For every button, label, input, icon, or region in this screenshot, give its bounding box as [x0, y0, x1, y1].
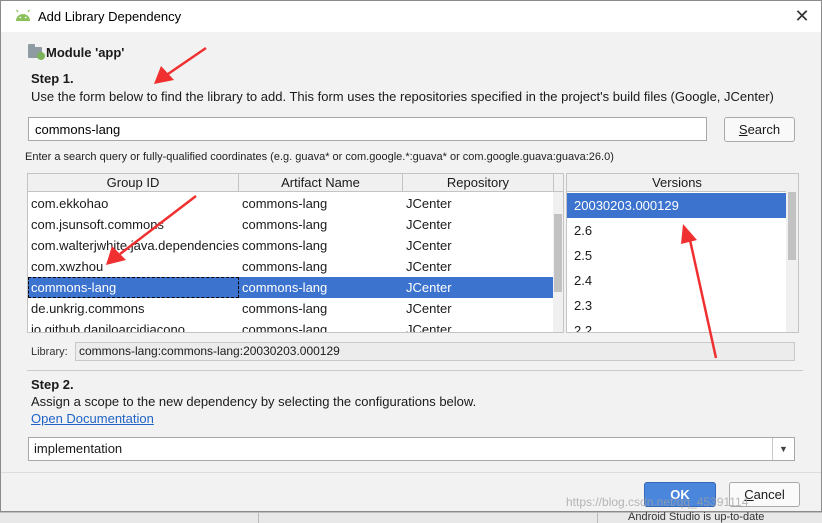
group-id-cell: com.jsunsoft.commons: [31, 217, 164, 232]
section-divider: [27, 370, 803, 371]
repository-cell: JCenter: [406, 238, 452, 253]
cancel-button-label: Cancel: [744, 487, 785, 502]
group-id-cell: com.ekkohao: [31, 196, 109, 211]
watermark: https://blog.csdn.net/qq_45391114: [566, 495, 749, 509]
module-folder-icon: [28, 44, 45, 60]
library-coordinates-field: commons-lang:commons-lang:20030203.00012…: [75, 342, 795, 361]
results-table-header: Group ID Artifact Name Repository: [28, 174, 563, 192]
results-scrollbar[interactable]: [553, 192, 563, 332]
scope-dropdown[interactable]: implementation ▼: [28, 437, 795, 461]
artifact-name-cell: commons-lang: [242, 322, 328, 333]
version-item[interactable]: 2.6: [567, 218, 787, 243]
artifact-name-cell: commons-lang: [242, 259, 328, 274]
step1-description: Use the form below to find the library t…: [31, 89, 774, 104]
add-library-dependency-dialog: Add Library Dependency ✕ Module 'app' St…: [0, 0, 822, 512]
repository-cell: JCenter: [406, 322, 452, 333]
results-scrollbar-thumb[interactable]: [554, 214, 562, 292]
search-button-label: Search: [738, 122, 781, 137]
versions-header: Versions: [567, 174, 787, 192]
results-table: Group ID Artifact Name Repository com.ek…: [27, 173, 564, 333]
table-row[interactable]: com.xwzhou commons-lang JCenter: [28, 256, 554, 277]
step2-description: Assign a scope to the new dependency by …: [31, 394, 477, 409]
repository-cell: JCenter: [406, 196, 452, 211]
table-row[interactable]: com.jsunsoft.commons commons-lang JCenter: [28, 214, 554, 235]
versions-scrollbar[interactable]: [786, 174, 798, 332]
table-row[interactable]: de.unkrig.commons commons-lang JCenter: [28, 298, 554, 319]
artifact-name-cell: commons-lang: [242, 196, 328, 211]
table-row[interactable]: commons-lang commons-lang JCenter: [28, 277, 554, 298]
chevron-down-icon[interactable]: ▼: [772, 438, 794, 460]
background-panel-divider: [597, 513, 617, 523]
footer-divider: [1, 472, 821, 473]
version-item[interactable]: 2.4: [567, 268, 787, 293]
search-hint: Enter a search query or fully-qualified …: [25, 151, 614, 163]
search-input[interactable]: [28, 117, 707, 141]
column-header-artifact-name[interactable]: Artifact Name: [239, 174, 403, 192]
version-item[interactable]: 20030203.000129: [567, 193, 787, 218]
artifact-name-cell: commons-lang: [242, 301, 328, 316]
group-id-cell: commons-lang: [28, 277, 239, 298]
step1-title: Step 1.: [31, 71, 74, 86]
step2-title: Step 2.: [31, 377, 74, 392]
title-bar: Add Library Dependency ✕: [1, 1, 821, 32]
column-header-group-id[interactable]: Group ID: [28, 174, 239, 192]
search-button[interactable]: Search: [724, 117, 795, 142]
artifact-name-cell: commons-lang: [242, 280, 328, 295]
table-row[interactable]: com.walterjwhite.java.dependencies common…: [28, 235, 554, 256]
background-status-text: Android Studio is up-to-date: [628, 511, 765, 523]
table-row[interactable]: com.ekkohao commons-lang JCenter: [28, 193, 554, 214]
artifact-name-cell: commons-lang: [242, 238, 328, 253]
background-window-strip: Android Studio is up-to-date: [0, 511, 822, 523]
artifact-name-cell: commons-lang: [242, 217, 328, 232]
group-id-cell: com.walterjwhite.java.dependencies: [31, 238, 239, 253]
scope-value: implementation: [34, 441, 123, 456]
repository-cell: JCenter: [406, 280, 452, 295]
android-icon: [16, 9, 30, 21]
window-title: Add Library Dependency: [38, 9, 182, 24]
close-icon[interactable]: ✕: [791, 5, 813, 27]
repository-cell: JCenter: [406, 259, 452, 274]
group-id-cell: com.xwzhou: [31, 259, 104, 274]
library-label: Library:: [31, 346, 68, 358]
open-documentation-link[interactable]: Open Documentation: [31, 411, 154, 426]
version-item[interactable]: 2.5: [567, 243, 787, 268]
module-name: Module 'app': [46, 45, 125, 60]
column-header-repository[interactable]: Repository: [403, 174, 554, 192]
group-id-cell: de.unkrig.commons: [31, 301, 145, 316]
background-panel-divider: [258, 513, 288, 523]
version-item[interactable]: 2.2: [567, 318, 787, 332]
versions-scrollbar-thumb[interactable]: [788, 192, 796, 260]
version-item[interactable]: 2.3: [567, 293, 787, 318]
repository-cell: JCenter: [406, 217, 452, 232]
repository-cell: JCenter: [406, 301, 452, 316]
table-row[interactable]: io.github.daniloarcidiacono commons-lang J…: [28, 319, 554, 333]
versions-list: Versions 20030203.000129 2.6 2.5 2.4 2.3 2.2: [566, 173, 799, 333]
group-id-cell: io.github.daniloarcidiacono: [31, 322, 185, 333]
module-label: Module 'app': [28, 44, 125, 60]
